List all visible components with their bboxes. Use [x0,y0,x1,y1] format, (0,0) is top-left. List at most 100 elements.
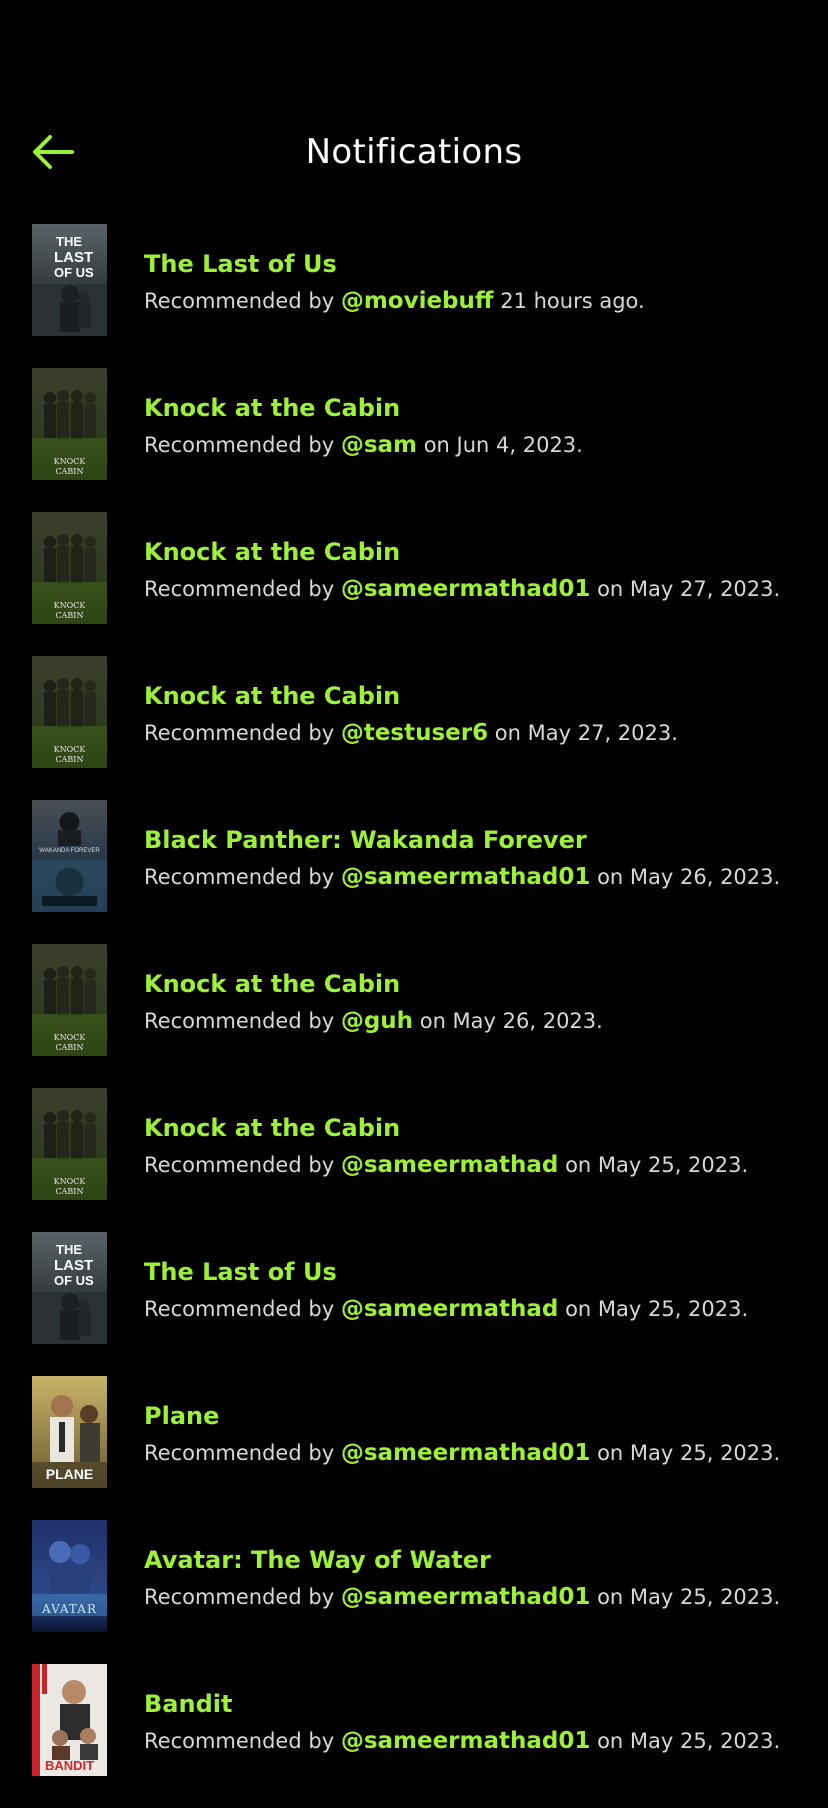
movie-poster[interactable]: THE LAST OF US [32,1232,107,1344]
recommendation-meta: Recommended by @sameermathad01 on May 27… [144,574,814,604]
notification-item-5[interactable]: WAKANDA FOREVER Black Panther: Wakanda F… [0,800,828,944]
recommended-by-label: Recommended by [144,1009,335,1033]
recommended-by-label: Recommended by [144,1585,335,1609]
recommended-by-label: Recommended by [144,721,335,745]
svg-text:KNOCK: KNOCK [54,601,87,610]
recommendation-meta: Recommended by @moviebuff 21 hours ago. [144,286,814,316]
notification-item-11[interactable]: BANDIT Bandit Recommended by @sameermath… [0,1664,828,1808]
recommended-by-label: Recommended by [144,1153,335,1177]
recommender-username[interactable]: @sam [341,432,417,458]
recommender-username[interactable]: @testuser6 [341,720,488,746]
notification-item-10[interactable]: AVATAR Avatar: The Way of Water Recommen… [0,1520,828,1664]
recommender-username[interactable]: @sameermathad01 [341,1728,591,1754]
notification-item-7[interactable]: KNOCK CABIN Knock at the Cabin Recommend… [0,1088,828,1232]
movie-poster[interactable]: AVATAR [32,1520,107,1632]
notification-text: Plane Recommended by @sameermathad01 on … [144,1400,814,1468]
movie-title[interactable]: Knock at the Cabin [144,392,814,424]
notification-text: Avatar: The Way of Water Recommended by … [144,1544,814,1612]
svg-text:LAST: LAST [54,1257,93,1274]
recommendation-meta: Recommended by @sameermathad01 on May 25… [144,1438,814,1468]
recommender-username[interactable]: @sameermathad [341,1152,559,1178]
recommender-username[interactable]: @sameermathad01 [341,1584,591,1610]
movie-poster[interactable]: KNOCK CABIN [32,656,107,768]
notification-text: Knock at the Cabin Recommended by @samee… [144,536,814,604]
svg-text:CABIN: CABIN [56,1043,84,1052]
svg-text:KNOCK: KNOCK [54,745,87,754]
movie-poster[interactable]: THE LAST OF US [32,224,107,336]
recommended-by-label: Recommended by [144,433,335,457]
recommender-username[interactable]: @sameermathad01 [341,576,591,602]
notification-item-9[interactable]: PLANE Plane Recommended by @sameermathad… [0,1376,828,1520]
movie-title[interactable]: Plane [144,1400,814,1432]
movie-title[interactable]: Avatar: The Way of Water [144,1544,814,1576]
recommender-username[interactable]: @sameermathad [341,1296,559,1322]
recommended-by-label: Recommended by [144,577,335,601]
notification-item-2[interactable]: KNOCK CABIN Knock at the Cabin Recommend… [0,368,828,512]
svg-text:CABIN: CABIN [56,611,84,620]
recommender-username[interactable]: @sameermathad01 [341,1440,591,1466]
movie-title[interactable]: The Last of Us [144,1256,814,1288]
poster-art: KNOCK CABIN [32,944,107,1056]
svg-text:AVATAR: AVATAR [41,1602,97,1616]
poster-art: KNOCK CABIN [32,1088,107,1200]
notification-text: The Last of Us Recommended by @moviebuff… [144,248,814,316]
recommendation-meta: Recommended by @sameermathad01 on May 25… [144,1726,814,1756]
movie-poster[interactable]: KNOCK CABIN [32,512,107,624]
notification-item-3[interactable]: KNOCK CABIN Knock at the Cabin Recommend… [0,512,828,656]
notification-item-4[interactable]: KNOCK CABIN Knock at the Cabin Recommend… [0,656,828,800]
recommendation-time: on May 26, 2023. [419,1009,603,1033]
recommendation-meta: Recommended by @sameermathad on May 25, … [144,1150,814,1180]
recommendation-time: on May 27, 2023. [597,577,781,601]
svg-text:BANDIT: BANDIT [45,1758,94,1773]
notification-item-6[interactable]: KNOCK CABIN Knock at the Cabin Recommend… [0,944,828,1088]
svg-text:CABIN: CABIN [56,755,84,764]
poster-art: KNOCK CABIN [32,656,107,768]
movie-poster[interactable]: KNOCK CABIN [32,368,107,480]
movie-poster[interactable]: WAKANDA FOREVER [32,800,107,912]
movie-title[interactable]: The Last of Us [144,248,814,280]
movie-poster[interactable]: KNOCK CABIN [32,944,107,1056]
recommendation-meta: Recommended by @sameermathad on May 25, … [144,1294,814,1324]
recommendation-time: on May 25, 2023. [597,1441,781,1465]
recommender-username[interactable]: @guh [341,1008,413,1034]
recommender-username[interactable]: @moviebuff [341,288,494,314]
page-title: Notifications [305,132,523,172]
svg-text:OF US: OF US [54,265,94,280]
notification-item-8[interactable]: THE LAST OF US The Last of Us Recommende… [0,1232,828,1376]
svg-text:PLANE: PLANE [46,1466,93,1482]
svg-text:WAKANDA FOREVER: WAKANDA FOREVER [39,848,100,854]
movie-poster[interactable]: PLANE [32,1376,107,1488]
recommendation-time: on May 25, 2023. [565,1153,749,1177]
notification-text: Knock at the Cabin Recommended by @samee… [144,1112,814,1180]
notification-text: Knock at the Cabin Recommended by @guh o… [144,968,814,1036]
svg-text:LAST: LAST [54,249,93,266]
movie-title[interactable]: Knock at the Cabin [144,536,814,568]
notification-item-1[interactable]: THE LAST OF US The Last of Us Recommende… [0,224,828,368]
poster-art: BANDIT [32,1664,107,1776]
recommendation-time: 21 hours ago. [500,289,645,313]
movie-title[interactable]: Knock at the Cabin [144,1112,814,1144]
movie-title[interactable]: Black Panther: Wakanda Forever [144,824,814,856]
poster-art: KNOCK CABIN [32,512,107,624]
notification-text: Knock at the Cabin Recommended by @sam o… [144,392,814,460]
svg-text:KNOCK: KNOCK [54,1177,87,1186]
movie-title[interactable]: Knock at the Cabin [144,680,814,712]
recommendation-meta: Recommended by @sam on Jun 4, 2023. [144,430,814,460]
movie-poster[interactable]: BANDIT [32,1664,107,1776]
svg-text:CABIN: CABIN [56,467,84,476]
poster-art: PLANE [32,1376,107,1488]
recommendation-meta: Recommended by @sameermathad01 on May 26… [144,862,814,892]
svg-text:CABIN: CABIN [56,1187,84,1196]
recommended-by-label: Recommended by [144,1729,335,1753]
movie-title[interactable]: Knock at the Cabin [144,968,814,1000]
recommended-by-label: Recommended by [144,289,335,313]
notification-list: THE LAST OF US The Last of Us Recommende… [0,224,828,1808]
recommender-username[interactable]: @sameermathad01 [341,864,591,890]
movie-title[interactable]: Bandit [144,1688,814,1720]
notification-text: Knock at the Cabin Recommended by @testu… [144,680,814,748]
recommended-by-label: Recommended by [144,1441,335,1465]
recommended-by-label: Recommended by [144,865,335,889]
poster-art: AVATAR [32,1520,107,1632]
movie-poster[interactable]: KNOCK CABIN [32,1088,107,1200]
recommended-by-label: Recommended by [144,1297,335,1321]
